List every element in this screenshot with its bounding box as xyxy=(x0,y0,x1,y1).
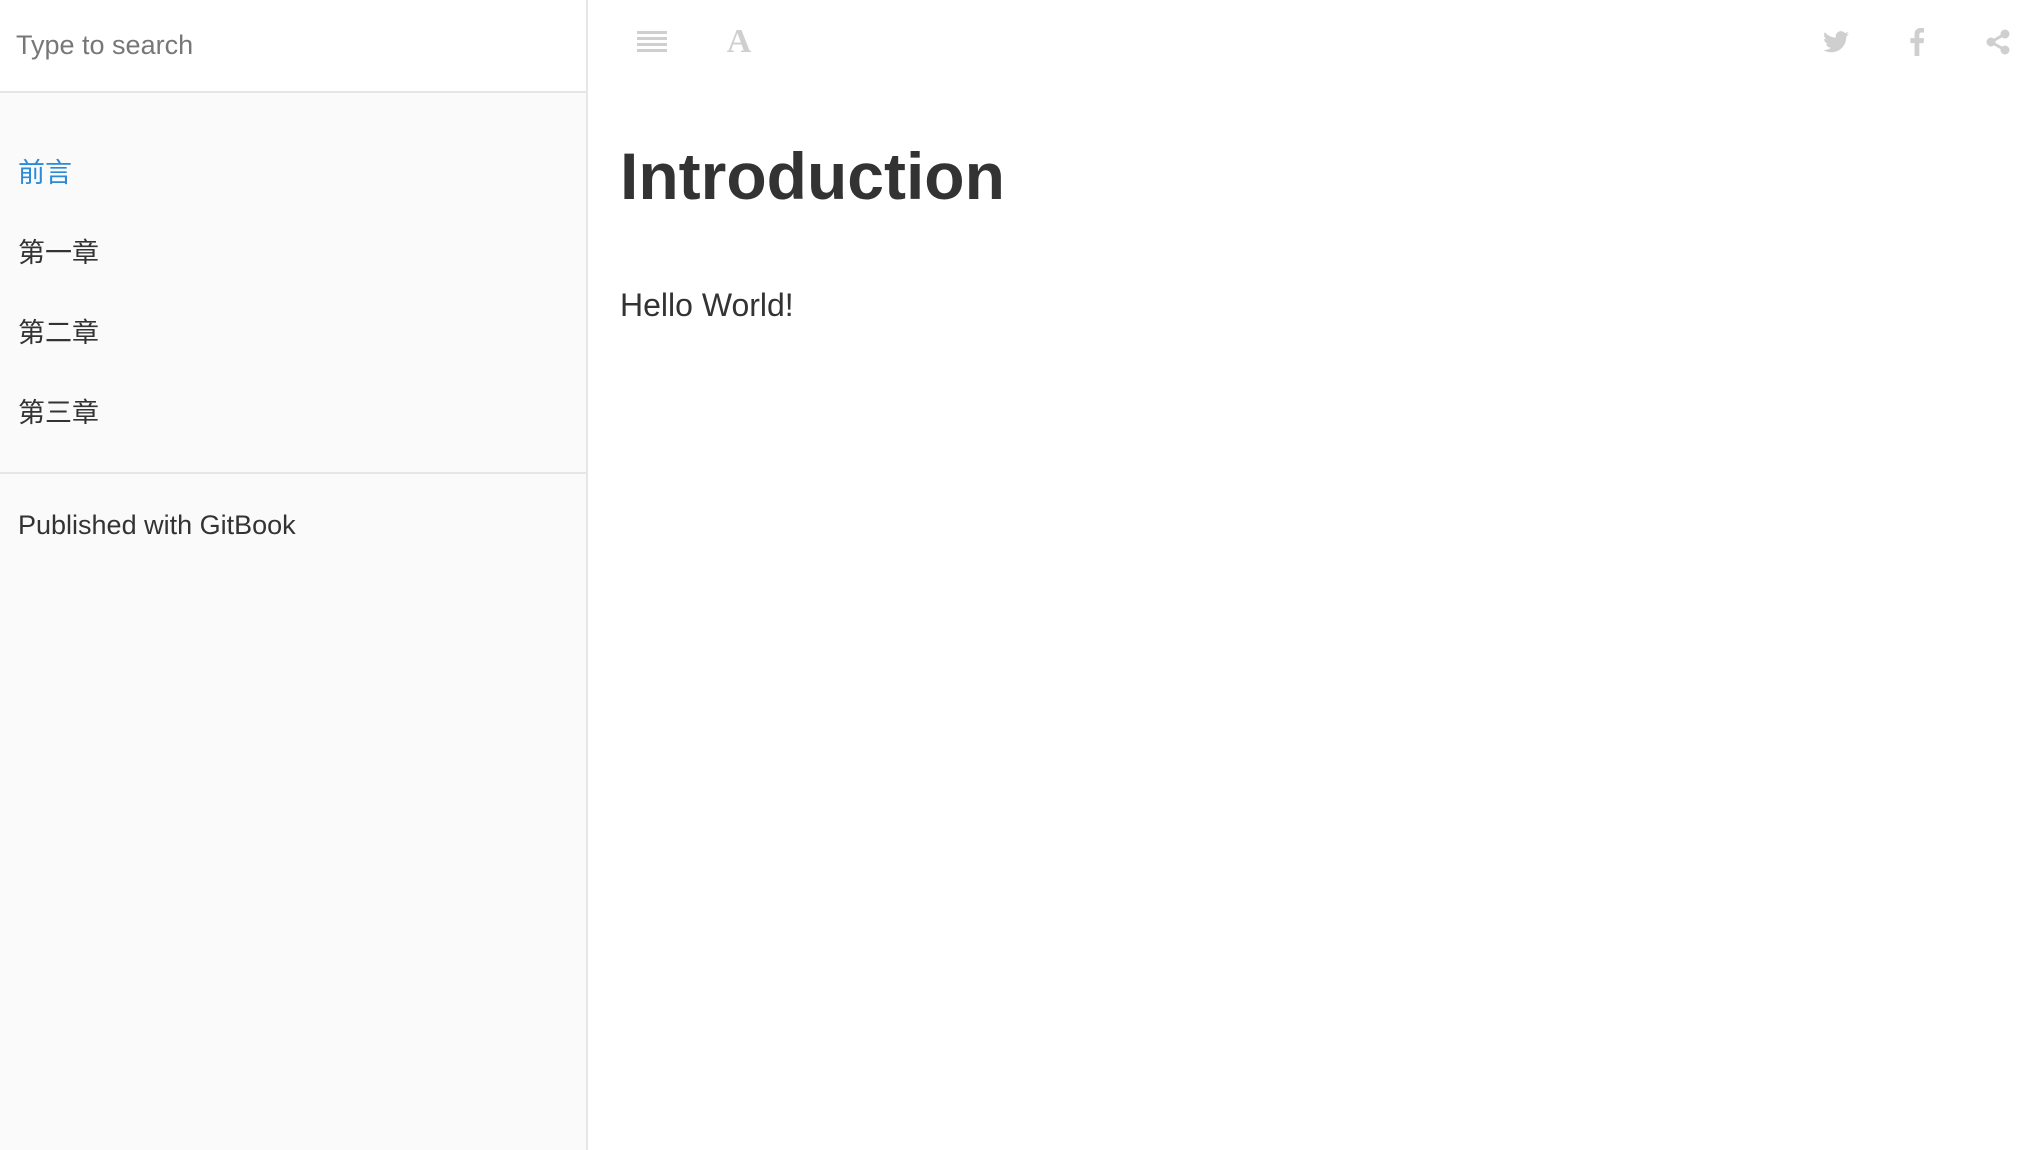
book-header: A xyxy=(590,0,2030,85)
search-box xyxy=(0,0,586,93)
sidebar: 前言 第一章 第二章 第三章 Published with GitBook xyxy=(0,0,588,1150)
twitter-icon xyxy=(1823,31,1849,53)
share-icon xyxy=(1986,29,2010,55)
font-settings-icon: A xyxy=(726,23,752,60)
font-settings-button[interactable]: A xyxy=(719,22,759,62)
facebook-share-button[interactable] xyxy=(1897,22,1937,62)
toggle-summary-button[interactable] xyxy=(632,22,672,62)
sidebar-item-chapter-2[interactable]: 第二章 xyxy=(0,290,586,370)
sidebar-item-chapter-3[interactable]: 第三章 xyxy=(0,370,586,450)
toc-icon xyxy=(637,31,667,52)
gitbook-app: 前言 第一章 第二章 第三章 Published with GitBook A xyxy=(0,0,2030,1150)
page-title: Introduction xyxy=(620,139,1005,213)
sidebar-item-preface[interactable]: 前言 xyxy=(0,130,586,210)
book-body: A Introduction Hello World! xyxy=(590,0,2030,1150)
chapter-list: 前言 第一章 第二章 第三章 xyxy=(0,93,586,474)
share-button[interactable] xyxy=(1978,22,2018,62)
facebook-icon xyxy=(1910,28,1924,56)
search-input[interactable] xyxy=(0,0,586,91)
published-with-gitbook-link[interactable]: Published with GitBook xyxy=(0,474,586,576)
page-content: Introduction Hello World! xyxy=(620,140,1920,327)
sidebar-item-chapter-1[interactable]: 第一章 xyxy=(0,210,586,290)
page-body-text: Hello World! xyxy=(620,286,794,323)
summary-nav: 前言 第一章 第二章 第三章 Published with GitBook xyxy=(0,93,586,576)
twitter-share-button[interactable] xyxy=(1816,22,1856,62)
